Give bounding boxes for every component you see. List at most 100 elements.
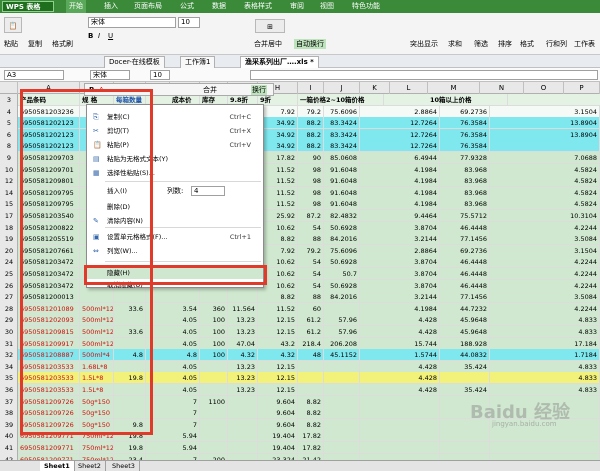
- table-cell[interactable]: [200, 360, 228, 373]
- table-cell[interactable]: 34.92: [258, 117, 298, 130]
- row-number[interactable]: 10: [0, 164, 18, 176]
- table-cell[interactable]: 88: [298, 233, 324, 246]
- table-cell[interactable]: 48: [298, 349, 324, 362]
- table-cell[interactable]: 77.9328: [440, 152, 490, 164]
- mini-merge-button[interactable]: 合并: [203, 85, 217, 95]
- table-cell[interactable]: 50.6928: [324, 256, 360, 269]
- table-cell[interactable]: 100: [200, 337, 228, 350]
- table-cell[interactable]: 4.833: [564, 384, 600, 396]
- table-cell[interactable]: 4.5824: [564, 198, 600, 211]
- menu-insert[interactable]: 插入: [104, 0, 118, 13]
- table-cell[interactable]: 91.6048: [324, 175, 360, 188]
- header-10plus-box-price[interactable]: 10箱以上价格: [428, 94, 508, 106]
- row-number[interactable]: 34: [0, 361, 18, 373]
- table-cell[interactable]: [398, 442, 440, 454]
- table-cell[interactable]: [200, 384, 228, 396]
- table-cell[interactable]: 79.2: [298, 105, 324, 118]
- table-cell[interactable]: 46.4448: [440, 256, 490, 269]
- name-box[interactable]: A3: [4, 70, 64, 80]
- table-cell[interactable]: 83.968: [440, 186, 490, 199]
- table-cell[interactable]: 54: [298, 256, 324, 269]
- table-cell[interactable]: 4.8: [170, 349, 200, 362]
- merge-icon[interactable]: ⊞: [255, 19, 285, 33]
- table-cell[interactable]: 91.6048: [324, 163, 360, 176]
- table-cell[interactable]: [324, 372, 360, 385]
- table-cell[interactable]: 11.564: [228, 302, 258, 315]
- underline-button[interactable]: U: [108, 31, 113, 41]
- table-cell[interactable]: 9.604: [258, 395, 298, 408]
- table-cell[interactable]: 4.5824: [564, 186, 600, 199]
- row-number[interactable]: 12: [0, 175, 18, 187]
- table-cell[interactable]: [228, 291, 258, 304]
- formula-input[interactable]: [250, 70, 598, 80]
- table-cell[interactable]: 12.7264: [398, 117, 440, 130]
- table-cell[interactable]: 11.52: [258, 186, 298, 199]
- table-row[interactable]: 6950581209771 750ml*12 19.8 5.94 19.404 17.82: [18, 442, 600, 454]
- table-cell[interactable]: 100: [200, 326, 228, 338]
- table-cell[interactable]: 83.3424: [324, 117, 360, 130]
- worksheet-button[interactable]: 工作表: [574, 39, 595, 49]
- menu-table-style[interactable]: 表格样式: [244, 0, 272, 13]
- table-cell[interactable]: 4.428: [398, 326, 440, 338]
- table-cell[interactable]: 7.0688: [564, 152, 600, 164]
- table-cell[interactable]: [200, 372, 228, 385]
- row-number[interactable]: 19: [0, 233, 18, 245]
- row-number[interactable]: 6: [0, 129, 18, 141]
- col-header-p[interactable]: P: [564, 82, 600, 94]
- table-cell[interactable]: 19.404: [258, 430, 298, 443]
- table-cell[interactable]: 83.3424: [324, 140, 360, 153]
- table-cell[interactable]: 12.7264: [398, 140, 440, 153]
- table-cell[interactable]: 87.2: [298, 210, 324, 222]
- table-cell[interactable]: 4.1984: [398, 198, 440, 211]
- formula-size-box[interactable]: 10: [150, 70, 170, 80]
- table-cell[interactable]: 54: [298, 221, 324, 234]
- table-cell[interactable]: 3.5084: [564, 291, 600, 304]
- table-cell[interactable]: 11.52: [258, 163, 298, 176]
- table-cell[interactable]: 4.32: [228, 349, 258, 362]
- table-cell[interactable]: [398, 418, 440, 431]
- sheet-tab-1[interactable]: Sheet1: [40, 461, 75, 471]
- table-cell[interactable]: 35.424: [440, 360, 490, 373]
- col-header-i[interactable]: I: [298, 82, 324, 94]
- table-cell[interactable]: 82.4832: [324, 210, 360, 222]
- row-number[interactable]: 27: [0, 291, 18, 303]
- table-cell[interactable]: 3.1504: [564, 105, 600, 118]
- doctab-active-file[interactable]: 渔采系列出厂….xls *: [240, 56, 319, 68]
- table-cell[interactable]: 11.52: [258, 175, 298, 188]
- row-number[interactable]: 9: [0, 152, 18, 164]
- table-cell[interactable]: 4.1984: [398, 302, 440, 315]
- table-cell[interactable]: 46.4448: [440, 268, 490, 280]
- table-cell[interactable]: 5.94: [170, 442, 200, 454]
- table-cell[interactable]: 98: [298, 198, 324, 211]
- table-cell[interactable]: 4.05: [170, 360, 200, 373]
- table-cell[interactable]: 2.8864: [398, 105, 440, 118]
- row-number[interactable]: 31: [0, 338, 18, 350]
- menu-data[interactable]: 数据: [212, 0, 226, 13]
- table-cell[interactable]: 60: [298, 302, 324, 315]
- table-cell[interactable]: 76.3584: [440, 140, 490, 153]
- table-cell[interactable]: 15.744: [398, 337, 440, 350]
- col-header-m[interactable]: M: [428, 82, 480, 94]
- table-cell[interactable]: 77.1456: [440, 291, 490, 304]
- table-cell[interactable]: 83.968: [440, 198, 490, 211]
- table-cell[interactable]: 8.82: [258, 291, 298, 304]
- sort-button[interactable]: 排序: [498, 39, 512, 49]
- table-cell[interactable]: 2.8864: [398, 244, 440, 257]
- row-number[interactable]: 20: [0, 245, 18, 257]
- table-cell[interactable]: 61.2: [298, 314, 324, 327]
- row-number[interactable]: 15: [0, 198, 18, 210]
- table-cell[interactable]: 17.184: [564, 337, 600, 350]
- table-cell[interactable]: 7: [170, 407, 200, 420]
- highlight-dup-button[interactable]: 突出显示: [410, 39, 438, 49]
- table-cell[interactable]: 3.8704: [398, 268, 440, 280]
- menu-formulas[interactable]: 公式: [180, 0, 194, 13]
- table-cell[interactable]: 85.0608: [324, 152, 360, 164]
- row-number[interactable]: 40: [0, 430, 18, 442]
- menu-home[interactable]: 开始: [66, 0, 86, 13]
- row-number[interactable]: 14: [0, 187, 18, 199]
- menu-view[interactable]: 视图: [320, 0, 334, 13]
- table-cell[interactable]: [564, 140, 600, 153]
- table-cell[interactable]: [324, 418, 360, 431]
- row-col-button[interactable]: 行和列: [546, 39, 567, 49]
- table-cell[interactable]: 54: [298, 268, 324, 280]
